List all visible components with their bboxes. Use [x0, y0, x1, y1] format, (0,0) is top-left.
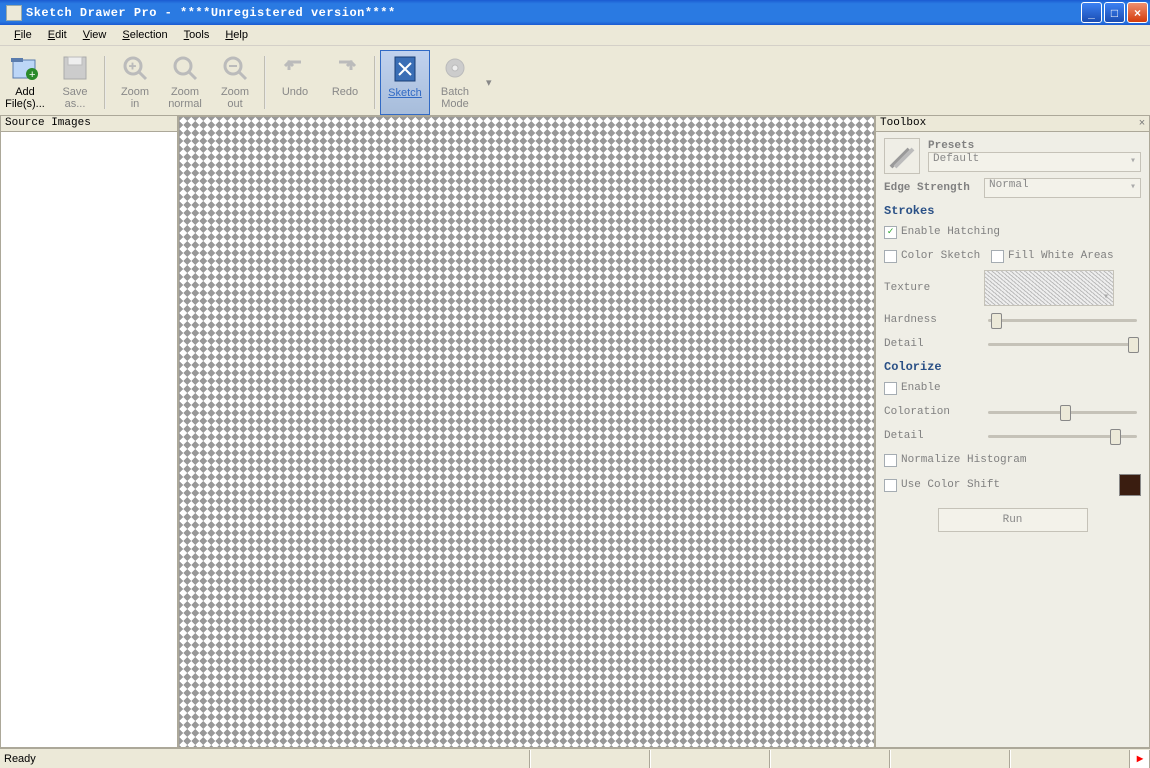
svg-text:+: + — [129, 59, 136, 73]
color-sketch-label: Color Sketch — [901, 250, 991, 262]
redo-icon — [329, 52, 361, 84]
toolbar-chevron-icon[interactable]: ▾ — [486, 76, 492, 89]
status-cell-3 — [770, 750, 890, 768]
strokes-header: Strokes — [884, 204, 1141, 218]
menu-selection[interactable]: Selection — [114, 27, 175, 43]
zoom-out-button[interactable]: Zoom out — [210, 50, 260, 115]
sketch-button[interactable]: Sketch — [380, 50, 430, 115]
zoom-in-button[interactable]: + Zoom in — [110, 50, 160, 115]
color-sketch-checkbox[interactable] — [884, 250, 897, 263]
app-icon — [6, 5, 22, 21]
texture-select[interactable] — [984, 270, 1114, 306]
redo-button[interactable]: Redo — [320, 50, 370, 115]
status-cell-5 — [1010, 750, 1130, 768]
fill-white-label: Fill White Areas — [1008, 250, 1114, 262]
toolbox-title: Toolbox — [880, 116, 926, 131]
strokes-detail-slider[interactable] — [984, 334, 1141, 354]
coloration-slider[interactable] — [984, 402, 1141, 422]
status-ready: Ready — [0, 750, 530, 768]
toolbox-panel: Toolbox × Presets Default Edge Strength … — [875, 116, 1150, 748]
presets-select[interactable]: Default — [928, 152, 1141, 172]
save-as-label: Save as... — [62, 86, 87, 110]
fill-white-checkbox[interactable] — [991, 250, 1004, 263]
undo-label: Undo — [282, 86, 308, 98]
menu-tools[interactable]: Tools — [176, 27, 218, 43]
toolbar: + Add File(s)... Save as... + Zoom in Zo… — [0, 46, 1150, 116]
color-shift-label: Use Color Shift — [901, 479, 1000, 491]
source-list[interactable] — [1, 132, 177, 747]
statusbar: Ready ▶ — [0, 748, 1150, 768]
presets-label: Presets — [928, 140, 1028, 152]
zoom-normal-icon — [169, 52, 201, 84]
zoom-normal-label: Zoom normal — [168, 86, 202, 110]
svg-text:+: + — [29, 69, 35, 81]
menu-view[interactable]: View — [75, 27, 115, 43]
maximize-button[interactable]: □ — [1104, 2, 1125, 23]
colorize-enable-label: Enable — [901, 382, 941, 394]
edge-strength-select[interactable]: Normal — [984, 178, 1141, 198]
zoom-normal-button[interactable]: Zoom normal — [160, 50, 210, 115]
run-button[interactable]: Run — [938, 508, 1088, 532]
batch-button[interactable]: Batch Mode — [430, 50, 480, 115]
save-icon — [59, 52, 91, 84]
titlebar: Sketch Drawer Pro - ****Unregistered ver… — [0, 0, 1150, 25]
hardness-slider[interactable] — [984, 310, 1141, 330]
add-files-icon: + — [9, 52, 41, 84]
status-cell-1 — [530, 750, 650, 768]
status-cell-2 — [650, 750, 770, 768]
edge-strength-label: Edge Strength — [884, 182, 984, 194]
normalize-label: Normalize Histogram — [901, 454, 1026, 466]
main-area: Source Images Toolbox × Presets Default … — [0, 116, 1150, 748]
save-as-button[interactable]: Save as... — [50, 50, 100, 115]
coloration-label: Coloration — [884, 406, 984, 418]
source-panel-title: Source Images — [1, 116, 177, 132]
colorize-detail-slider[interactable] — [984, 426, 1141, 446]
add-files-label: Add File(s)... — [5, 86, 45, 110]
add-files-button[interactable]: + Add File(s)... — [0, 50, 50, 115]
close-button[interactable]: × — [1127, 2, 1148, 23]
colorize-header: Colorize — [884, 360, 1141, 374]
color-shift-swatch[interactable] — [1119, 474, 1141, 496]
zoom-in-label: Zoom in — [121, 86, 149, 110]
zoom-out-label: Zoom out — [221, 86, 249, 110]
separator — [374, 56, 376, 109]
enable-hatching-checkbox[interactable] — [884, 226, 897, 239]
window-title: Sketch Drawer Pro - ****Unregistered ver… — [26, 6, 1079, 20]
source-images-panel: Source Images — [0, 116, 178, 748]
strokes-detail-label: Detail — [884, 338, 984, 350]
youtube-icon[interactable]: ▶ — [1130, 750, 1150, 768]
pencils-icon — [884, 138, 920, 174]
normalize-checkbox[interactable] — [884, 454, 897, 467]
colorize-enable-checkbox[interactable] — [884, 382, 897, 395]
zoom-out-icon — [219, 52, 251, 84]
sketch-icon — [389, 53, 421, 85]
redo-label: Redo — [332, 86, 358, 98]
texture-label: Texture — [884, 282, 984, 294]
canvas[interactable] — [178, 116, 875, 748]
toolbox-close-icon[interactable]: × — [1135, 116, 1149, 131]
sketch-label: Sketch — [388, 87, 422, 99]
separator — [264, 56, 266, 109]
menu-file[interactable]: File — [6, 27, 40, 43]
colorize-detail-label: Detail — [884, 430, 984, 442]
color-shift-checkbox[interactable] — [884, 479, 897, 492]
status-cell-4 — [890, 750, 1010, 768]
menu-help[interactable]: Help — [217, 27, 256, 43]
undo-icon — [279, 52, 311, 84]
minimize-button[interactable]: _ — [1081, 2, 1102, 23]
enable-hatching-label: Enable Hatching — [901, 226, 1000, 238]
undo-button[interactable]: Undo — [270, 50, 320, 115]
separator — [104, 56, 106, 109]
batch-icon — [439, 52, 471, 84]
hardness-label: Hardness — [884, 314, 984, 326]
zoom-in-icon: + — [119, 52, 151, 84]
menu-edit[interactable]: Edit — [40, 27, 75, 43]
batch-label: Batch Mode — [441, 86, 469, 110]
menubar: File Edit View Selection Tools Help — [0, 25, 1150, 46]
